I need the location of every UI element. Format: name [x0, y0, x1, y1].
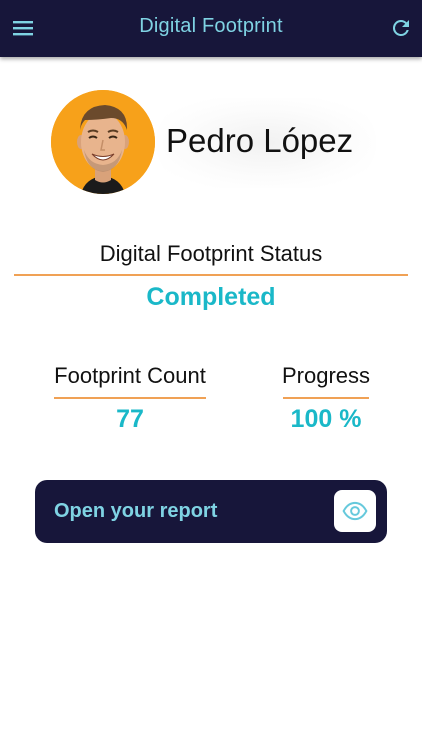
open-report-button[interactable]: Open your report: [35, 480, 387, 543]
footprint-count-label: Footprint Count: [54, 363, 206, 388]
refresh-button[interactable]: [387, 14, 415, 42]
avatar: [51, 90, 155, 194]
status-divider: [14, 274, 408, 276]
view-report-icon-button[interactable]: [334, 490, 376, 532]
status-label: Digital Footprint Status: [99, 241, 323, 266]
app-bar: Digital Footprint: [0, 0, 422, 57]
footprint-count-value: 77: [116, 405, 144, 433]
progress-stat: Progress 100 %: [268, 363, 384, 434]
progress-divider: [283, 397, 369, 399]
status-value: Completed: [146, 283, 276, 311]
progress-value: 100 %: [290, 405, 362, 433]
refresh-icon: [392, 19, 409, 36]
profile-name: Pedro López: [166, 122, 354, 159]
eye-icon: [342, 501, 368, 521]
profile-header: Pedro López: [51, 90, 381, 194]
page-title: Digital Footprint: [139, 15, 283, 37]
open-report-label: Open your report: [54, 500, 218, 522]
user-avatar-photo: [51, 90, 155, 194]
footprint-count-stat: Footprint Count 77: [44, 363, 216, 434]
footprint-count-divider: [54, 397, 206, 399]
progress-label: Progress: [281, 363, 371, 388]
